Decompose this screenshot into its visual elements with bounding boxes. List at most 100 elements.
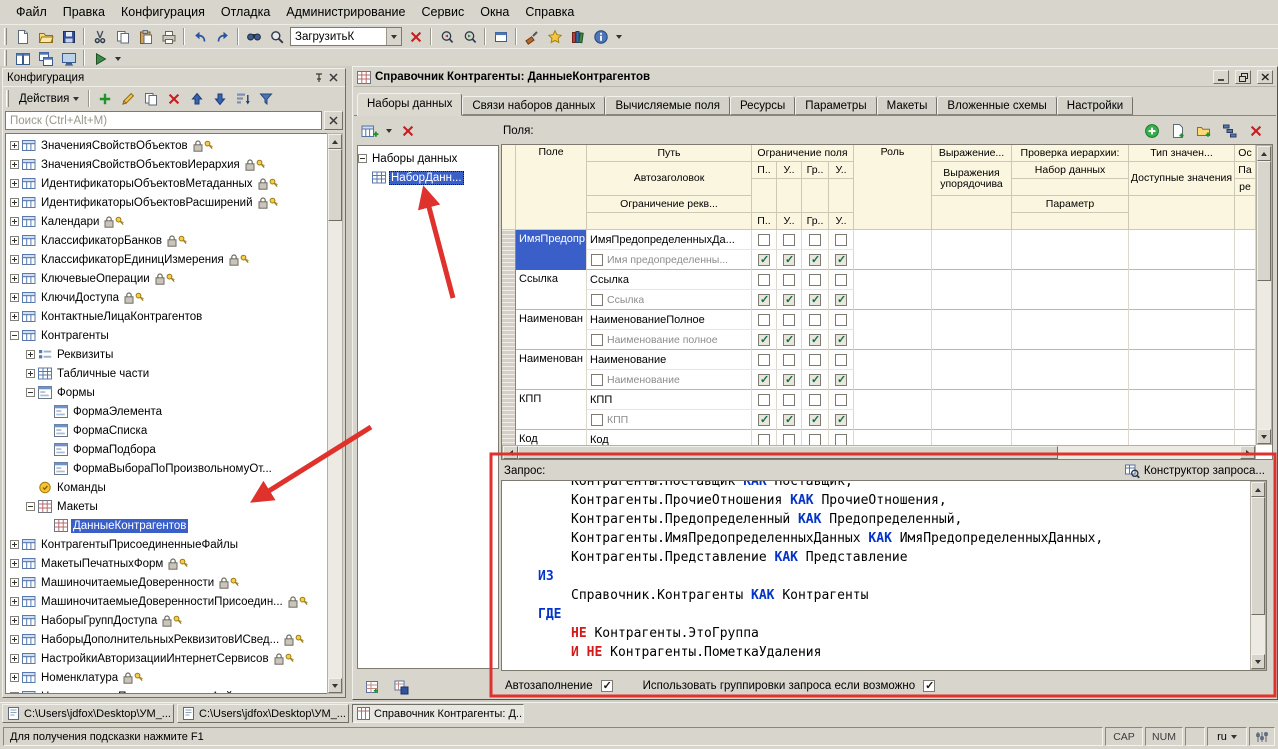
expand-icon[interactable]: [10, 312, 19, 321]
move-down-icon[interactable]: [208, 88, 231, 109]
scroll-track[interactable]: [1058, 446, 1240, 459]
restriction-checkbox[interactable]: [758, 434, 770, 446]
collapse-icon[interactable]: [26, 502, 35, 511]
tree-item[interactable]: Реквизиты: [6, 345, 328, 364]
cut-icon[interactable]: [88, 26, 111, 47]
actions-button[interactable]: Действия: [13, 89, 85, 109]
zoom-next-icon[interactable]: [458, 26, 481, 47]
window-titlebar[interactable]: Справочник Контрагенты: ДанныеКонтрагент…: [354, 68, 1276, 87]
expand-icon[interactable]: [10, 236, 19, 245]
menu-item[interactable]: Справка: [517, 2, 582, 22]
attr-restriction-checkbox[interactable]: [758, 414, 770, 426]
tree-item[interactable]: НаборыДополнительныхРеквизитовИСвед...: [6, 630, 328, 649]
restriction-checkbox[interactable]: [835, 354, 847, 366]
undo-icon[interactable]: [188, 26, 211, 47]
redo-icon[interactable]: [211, 26, 234, 47]
close-icon[interactable]: [326, 71, 341, 84]
expand-icon[interactable]: [26, 350, 35, 359]
empty-cell[interactable]: [1129, 350, 1235, 390]
empty-cell[interactable]: [1235, 230, 1256, 270]
tree-item[interactable]: ФормаСписка: [6, 421, 328, 440]
expand-icon[interactable]: [10, 635, 19, 644]
attr-restriction-checkbox[interactable]: [835, 254, 847, 266]
paste-icon[interactable]: [134, 26, 157, 47]
scroll-track[interactable]: [1251, 615, 1265, 654]
collapse-icon[interactable]: [26, 388, 35, 397]
filter-funnel-icon[interactable]: [254, 88, 277, 109]
auto-title-checkbox[interactable]: [591, 374, 603, 386]
tree-item[interactable]: КонтрагентыПрисоединенныеФайлы: [6, 535, 328, 554]
clear-red-icon[interactable]: [162, 88, 185, 109]
restriction-checkbox[interactable]: [758, 314, 770, 326]
zoom-prev-icon[interactable]: [435, 26, 458, 47]
menu-item[interactable]: Правка: [55, 2, 113, 22]
config-tree-scrollbar[interactable]: [327, 133, 343, 694]
copy-icon[interactable]: [111, 26, 134, 47]
attr-restriction-checkbox[interactable]: [835, 414, 847, 426]
toolbar-grip[interactable]: [6, 90, 9, 107]
attr-restriction-checkbox[interactable]: [835, 294, 847, 306]
restriction-checkbox[interactable]: [835, 274, 847, 286]
field-name-cell[interactable]: Ссылка: [516, 270, 587, 310]
empty-cell[interactable]: [932, 230, 1012, 270]
scroll-left-icon[interactable]: [503, 446, 518, 459]
attr-restriction-checkbox[interactable]: [809, 334, 821, 346]
empty-cell[interactable]: [1235, 310, 1256, 350]
expand-icon[interactable]: [10, 673, 19, 682]
empty-cell[interactable]: [1235, 430, 1256, 445]
star-icon[interactable]: [543, 26, 566, 47]
tree-item[interactable]: ФормаПодбора: [6, 440, 328, 459]
tab-1[interactable]: Связи наборов данных: [462, 96, 605, 115]
row-handle[interactable]: [502, 430, 516, 445]
empty-cell[interactable]: [1012, 430, 1129, 445]
auto-title-cell[interactable]: Ссылка: [587, 290, 752, 310]
expand-icon[interactable]: [10, 616, 19, 625]
expand-icon[interactable]: [10, 559, 19, 568]
restriction-checkbox[interactable]: [758, 274, 770, 286]
empty-cell[interactable]: [1012, 230, 1129, 270]
find-icon[interactable]: [242, 26, 265, 47]
empty-cell[interactable]: [932, 390, 1012, 430]
tab-2[interactable]: Вычисляемые поля: [605, 96, 730, 115]
scroll-track[interactable]: [1257, 281, 1271, 429]
restriction-checkbox[interactable]: [835, 434, 847, 446]
restriction-checkbox[interactable]: [809, 234, 821, 246]
menu-item[interactable]: Окна: [472, 2, 517, 22]
tree-item[interactable]: КлассификаторБанков: [6, 231, 328, 250]
tree-item[interactable]: ЗначенияСвойствОбъектовИерархия: [6, 155, 328, 174]
restriction-checkbox[interactable]: [835, 394, 847, 406]
attr-restriction-checkbox[interactable]: [783, 294, 795, 306]
empty-cell[interactable]: [1012, 270, 1129, 310]
attr-restriction-checkbox[interactable]: [835, 334, 847, 346]
attr-restriction-checkbox[interactable]: [783, 254, 795, 266]
empty-cell[interactable]: [1129, 310, 1235, 350]
close-icon[interactable]: [1257, 70, 1273, 84]
scroll-up-icon[interactable]: [328, 134, 342, 149]
attr-restriction-checkbox[interactable]: [783, 374, 795, 386]
auto-title-checkbox[interactable]: [591, 414, 603, 426]
tree-item[interactable]: Команды: [6, 478, 328, 497]
restriction-checkbox[interactable]: [809, 434, 821, 446]
add-green-circle-icon[interactable]: [1140, 121, 1163, 142]
empty-cell[interactable]: [1129, 230, 1235, 270]
autofill-checkbox[interactable]: [601, 680, 613, 692]
move-up-icon[interactable]: [185, 88, 208, 109]
clear-red-icon[interactable]: [1244, 121, 1267, 142]
toolbar-grip[interactable]: [4, 50, 7, 67]
empty-cell[interactable]: [932, 430, 1012, 445]
tree-item[interactable]: НоменклатураПрисоединенныеФайлы: [6, 687, 328, 694]
restriction-checkbox[interactable]: [809, 354, 821, 366]
input-settings-icon[interactable]: [1249, 727, 1275, 746]
tree-item[interactable]: ФормаЭлемента: [6, 402, 328, 421]
scroll-right-icon[interactable]: [1240, 446, 1255, 459]
restriction-checkbox[interactable]: [809, 314, 821, 326]
restriction-checkbox[interactable]: [783, 234, 795, 246]
tree-item[interactable]: Табличные части: [6, 364, 328, 383]
expand-icon[interactable]: [10, 654, 19, 663]
tree-item[interactable]: МашиночитаемыеДоверенностиПрисоедин...: [6, 592, 328, 611]
expand-icon[interactable]: [10, 198, 19, 207]
grouping-checkbox[interactable]: [923, 680, 935, 692]
clear-red-icon[interactable]: [396, 121, 419, 142]
row-handle[interactable]: [502, 270, 516, 310]
attr-restriction-checkbox[interactable]: [809, 294, 821, 306]
